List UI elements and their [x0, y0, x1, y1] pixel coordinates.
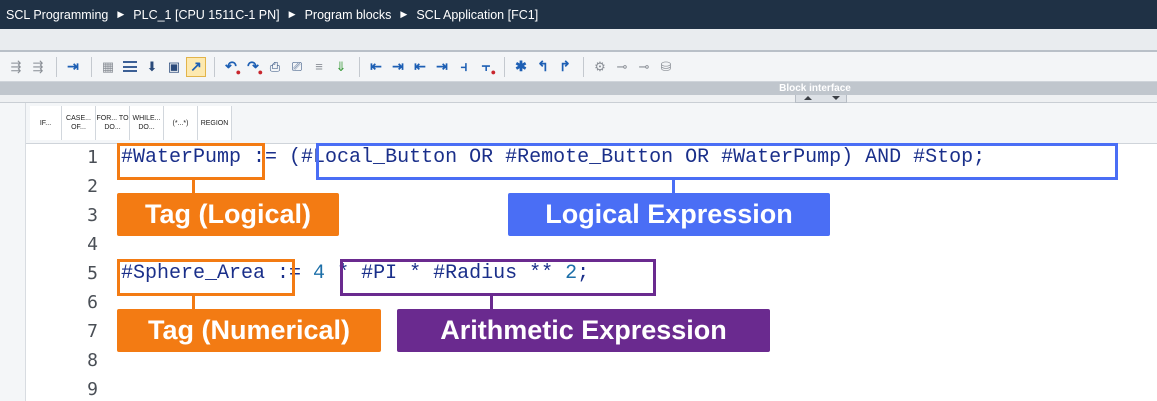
- highlight-logical-expression: [316, 143, 1118, 180]
- line-number: 3: [87, 205, 98, 226]
- callout-connector: [672, 180, 675, 194]
- block-interface-strip: [0, 95, 1157, 103]
- chevron-right-icon: ▶: [288, 9, 296, 19]
- toolbar-separator: [214, 56, 215, 77]
- uncomment-icon[interactable]: ⫟ ●: [476, 57, 496, 77]
- editor-toolbar: ⇶ ⇶ ⇥ ▦ ⬇ ▣ ↗ ↶ ● ↷ ● ⎙ ⎚ ≡ ⇓ ⇤ ⇥ ⇤ ⇥ ⫞ ⫟ ●…: [0, 52, 1157, 82]
- network-icon[interactable]: ▦: [98, 57, 118, 77]
- label-arithmetic-expression: Arithmetic Expression: [397, 309, 770, 352]
- list-icon[interactable]: [120, 57, 140, 77]
- breadcrumb-item-block[interactable]: SCL Application [FC1]: [416, 8, 538, 22]
- header-bar: [0, 29, 1157, 51]
- download-icon[interactable]: ⬇: [142, 57, 162, 77]
- label-logical-expression: Logical Expression: [508, 193, 830, 236]
- bookmark-icon[interactable]: ⇤: [366, 57, 386, 77]
- label-tag-logical: Tag (Logical): [117, 193, 339, 236]
- line-number: 1: [87, 147, 98, 168]
- step-into-icon[interactable]: ⊸: [634, 57, 654, 77]
- breakpoint-icon[interactable]: ⚙: [590, 57, 610, 77]
- comment-icon[interactable]: ⫞: [454, 57, 474, 77]
- collapse-icon[interactable]: ↱: [555, 57, 575, 77]
- callout-connector: [192, 180, 195, 194]
- next-bookmark-icon[interactable]: ⇥: [388, 57, 408, 77]
- highlight-tag-logical: [117, 143, 265, 180]
- favorites-icon[interactable]: ↶ ●: [221, 57, 241, 77]
- toolbar-separator: [56, 56, 57, 77]
- editor-left-margin: [0, 103, 26, 401]
- breadcrumb-item-program-blocks[interactable]: Program blocks: [305, 8, 392, 22]
- insert-icon[interactable]: ⇥: [63, 57, 83, 77]
- template-if[interactable]: IF...: [30, 106, 62, 140]
- block-interface-label: Block interface: [779, 83, 851, 94]
- template-case[interactable]: CASE... OF...: [62, 106, 96, 140]
- snapshot-icon[interactable]: ⛁: [656, 57, 676, 77]
- template-for[interactable]: FOR... TO DO...: [96, 106, 130, 140]
- line-number: 8: [87, 350, 98, 371]
- toolbar-separator: [583, 56, 584, 77]
- breadcrumb-item-project[interactable]: SCL Programming: [6, 8, 108, 22]
- toolbar-separator: [359, 56, 360, 77]
- template-region[interactable]: REGION: [198, 106, 232, 140]
- toolbar-separator: [91, 56, 92, 77]
- breadcrumb-item-plc[interactable]: PLC_1 [CPU 1511C-1 PN]: [133, 8, 279, 22]
- module-icon[interactable]: ▣: [164, 57, 184, 77]
- indent-icon[interactable]: ⇶: [6, 57, 26, 77]
- line-number: 4: [87, 234, 98, 255]
- indent-more-icon[interactable]: ✱: [511, 57, 531, 77]
- callout-connector: [192, 296, 195, 310]
- chevron-right-icon: ▶: [117, 9, 125, 19]
- template-while[interactable]: WHILE... DO...: [130, 106, 164, 140]
- block-interface-bar[interactable]: [0, 82, 1157, 95]
- code-number: 4: [313, 262, 326, 285]
- highlight-arithmetic-expression: [340, 259, 656, 296]
- line-number: 5: [87, 263, 98, 284]
- outdent-icon[interactable]: ⇶: [28, 57, 48, 77]
- callout-connector: [490, 296, 493, 310]
- go-to-icon[interactable]: ⎚: [287, 57, 307, 77]
- step-over-icon[interactable]: ⊸: [612, 57, 632, 77]
- splitter-handle[interactable]: [795, 95, 847, 103]
- clear-bookmark-icon[interactable]: ⇥: [432, 57, 452, 77]
- monitor-icon[interactable]: ↷ ●: [243, 57, 263, 77]
- call-icon[interactable]: ↗: [186, 56, 206, 77]
- template-comment[interactable]: (*...*): [164, 106, 198, 140]
- toolbar-separator: [504, 56, 505, 77]
- chevron-right-icon: ▶: [400, 9, 408, 19]
- breadcrumb: SCL Programming ▶ PLC_1 [CPU 1511C-1 PN]…: [0, 0, 1157, 29]
- delete-icon[interactable]: ⎙: [265, 57, 285, 77]
- highlight-tag-numerical: [117, 259, 295, 296]
- line-number: 7: [87, 321, 98, 342]
- line-number: 6: [87, 292, 98, 313]
- line-number: 9: [87, 379, 98, 400]
- line-number: 2: [87, 176, 98, 197]
- go-back-icon[interactable]: ≡: [309, 57, 329, 77]
- jump-icon[interactable]: ⇓: [331, 57, 351, 77]
- label-tag-numerical: Tag (Numerical): [117, 309, 381, 352]
- indent-less-icon[interactable]: ↰: [533, 57, 553, 77]
- prev-bookmark-icon[interactable]: ⇤: [410, 57, 430, 77]
